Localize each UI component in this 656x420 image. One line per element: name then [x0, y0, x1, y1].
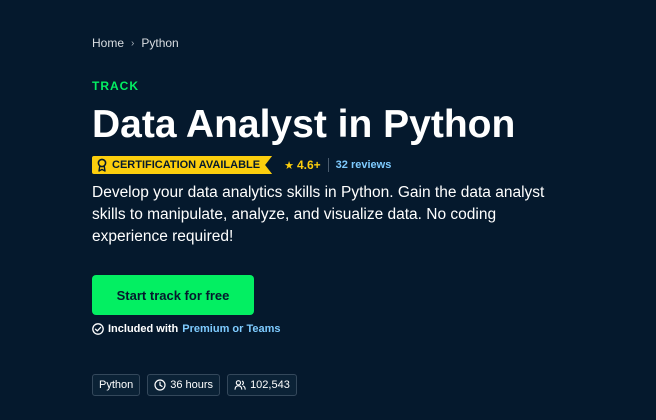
- certification-badge-label: CERTIFICATION AVAILABLE: [112, 159, 261, 171]
- breadcrumb-home-link[interactable]: Home: [92, 36, 124, 50]
- rating: ★ 4.6+: [284, 158, 321, 172]
- technology-tag-label: Python: [99, 379, 134, 391]
- reviews-link[interactable]: 32 reviews: [336, 159, 392, 171]
- breadcrumb: Home › Python: [92, 36, 179, 50]
- duration-tag: 36 hours: [147, 374, 221, 396]
- breadcrumb-separator-icon: ›: [131, 37, 135, 49]
- page-title: Data Analyst in Python: [92, 103, 516, 146]
- technology-tag[interactable]: Python: [92, 374, 141, 396]
- check-circle-icon: [92, 323, 104, 335]
- star-icon: ★: [284, 159, 294, 172]
- meta-row: CERTIFICATION AVAILABLE ★ 4.6+ 32 review…: [92, 156, 391, 174]
- meta-divider: [327, 158, 329, 172]
- rating-value: 4.6+: [296, 158, 321, 172]
- certification-badge: CERTIFICATION AVAILABLE: [92, 156, 272, 174]
- start-track-button[interactable]: Start track for free: [92, 275, 254, 315]
- users-icon: [234, 379, 246, 391]
- learners-tag: 102,543: [227, 374, 297, 396]
- learners-tag-label: 102,543: [250, 379, 290, 391]
- content-type-label: TRACK: [92, 79, 139, 93]
- track-tags: Python 36 hours 102,543: [92, 374, 297, 396]
- premium-or-teams-link[interactable]: Premium or Teams: [182, 323, 280, 335]
- duration-tag-label: 36 hours: [170, 379, 214, 391]
- included-with-label: Included with: [108, 323, 179, 335]
- included-with-note: Included with Premium or Teams: [92, 323, 281, 335]
- track-description: Develop your data analytics skills in Py…: [92, 184, 545, 245]
- certificate-ribbon-icon: [96, 158, 108, 172]
- breadcrumb-python-link[interactable]: Python: [141, 36, 178, 50]
- clock-icon: [154, 379, 166, 391]
